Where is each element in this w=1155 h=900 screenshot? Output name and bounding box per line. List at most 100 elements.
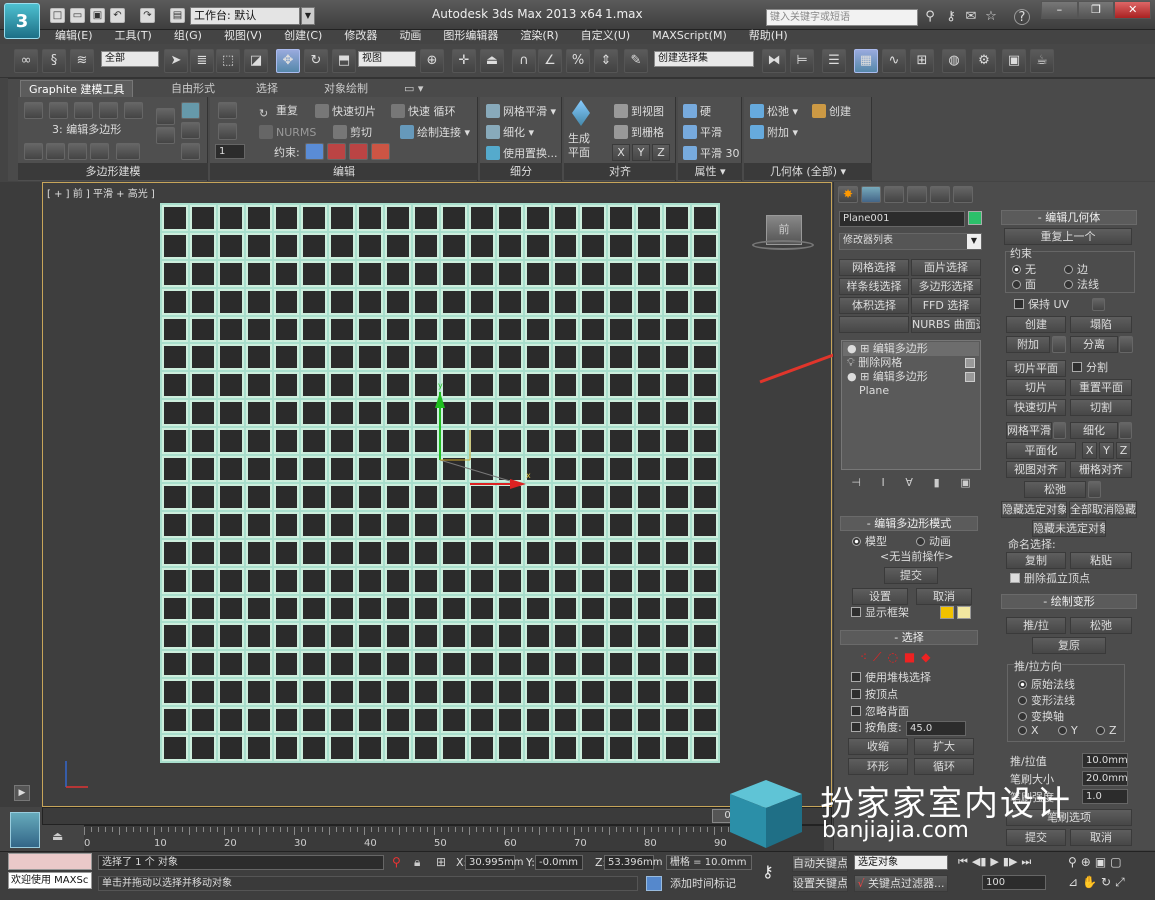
stack-prev-icon[interactable]: [24, 102, 43, 119]
constraint-edge-icon[interactable]: [327, 143, 346, 160]
menu-item[interactable]: 自定义(U): [570, 28, 642, 44]
preserve-uv-checkbox[interactable]: 保持 UV: [1014, 298, 1069, 312]
zoom-icon[interactable]: ⚲: [1068, 855, 1077, 869]
auto-key-button[interactable]: 自动关键点: [792, 855, 848, 872]
unhide-all-button[interactable]: 全部取消隐藏: [1069, 501, 1137, 518]
maximize-viewport-icon[interactable]: ⤢: [1115, 875, 1125, 890]
angle-snap-icon[interactable]: ∠: [538, 49, 562, 73]
transform-axis-radio[interactable]: 变换轴: [1018, 710, 1064, 724]
bind-spacewarp-icon[interactable]: ≋: [70, 49, 94, 73]
remove-modifier-icon[interactable]: ▮: [934, 476, 940, 492]
hard-button[interactable]: 硬: [683, 104, 711, 119]
collapse-button[interactable]: 塌陷: [1070, 316, 1132, 333]
binoculars-icon[interactable]: ⚲: [922, 9, 938, 25]
tab-selection[interactable]: 选择: [248, 80, 286, 97]
square-icon[interactable]: [99, 102, 118, 119]
window-crossing-icon[interactable]: ◪: [244, 49, 268, 73]
stack-item[interactable]: ● ⊞ 编辑多边形: [843, 370, 979, 384]
show-end-result-icon[interactable]: Ⅰ: [882, 476, 885, 492]
search-input[interactable]: 键入关键字或短语: [766, 9, 918, 26]
stack-square-icon[interactable]: [965, 372, 975, 382]
pin-stack-icon[interactable]: [156, 127, 175, 144]
save-icon[interactable]: ▣: [90, 8, 105, 23]
planarize-button[interactable]: 平面化: [1006, 442, 1076, 459]
menu-item[interactable]: 创建(C): [273, 28, 333, 44]
help-icon[interactable]: ?: [1014, 9, 1030, 25]
render-setup-icon[interactable]: ⚙: [972, 49, 996, 73]
select-by-name-icon[interactable]: ≣: [190, 49, 214, 73]
undo-icon[interactable]: ↶: [110, 8, 125, 23]
modifier-shortcut-button[interactable]: 体积选择: [839, 297, 909, 314]
attach-list-icon[interactable]: [1052, 336, 1066, 353]
paint-cancel-button[interactable]: 取消: [1070, 829, 1132, 846]
cut-button[interactable]: 切割: [1070, 399, 1132, 416]
tessellate-button[interactable]: 细化: [1070, 422, 1118, 439]
current-frame-field[interactable]: 100: [982, 875, 1046, 890]
show-end-result-icon[interactable]: [156, 108, 175, 125]
app-logo-icon[interactable]: 3: [4, 3, 40, 39]
modifier-shortcut-button[interactable]: 多边形选择: [911, 278, 981, 295]
stack-item[interactable]: ● ⊞ 编辑多边形: [843, 342, 979, 356]
polygon-subobj-icon[interactable]: ■: [904, 650, 915, 665]
align-z-button[interactable]: Z: [652, 144, 670, 161]
key-mode-dropdown[interactable]: 选定对象: [854, 855, 948, 870]
reference-coord-dropdown[interactable]: 视图: [358, 51, 416, 67]
redo-icon[interactable]: ↷: [140, 8, 155, 23]
menu-item[interactable]: 图形编辑器: [432, 28, 509, 44]
object-color-swatch[interactable]: [968, 211, 982, 225]
by-angle-checkbox[interactable]: 按角度:: [851, 721, 902, 735]
display-tab-icon[interactable]: [930, 186, 950, 203]
modifier-shortcut-button[interactable]: NURBS 曲面选择: [911, 316, 981, 333]
select-scale-icon[interactable]: ⬒: [332, 49, 356, 73]
key-icon[interactable]: ⚷: [762, 862, 774, 881]
edge-mode-icon[interactable]: [46, 143, 65, 160]
quickslice-button[interactable]: 快速切片: [315, 104, 376, 119]
modifier-shortcut-button[interactable]: 样条线选择: [839, 278, 909, 295]
viewport-label[interactable]: [ + ] 前 ] 平滑 + 高光 ]: [47, 185, 155, 200]
modifier-list-dropdown[interactable]: 修改器列表 ▼: [839, 233, 982, 250]
grid-align-button[interactable]: 栅格对齐: [1070, 461, 1132, 478]
set-key-button[interactable]: 设置关键点: [792, 875, 848, 892]
modifier-shortcut-button[interactable]: 网格选择: [839, 259, 909, 276]
axis-x-radio[interactable]: X: [1018, 724, 1039, 738]
play-icon[interactable]: ▶: [990, 855, 998, 869]
slice-plane-button[interactable]: 切片平面: [1006, 360, 1066, 377]
cage-color-2[interactable]: [957, 606, 971, 619]
stack-item[interactable]: Plane: [843, 384, 979, 398]
tab-freeform[interactable]: 自由形式: [163, 80, 223, 97]
track-bar-icon[interactable]: ⏏: [52, 829, 70, 845]
absolute-mode-icon[interactable]: ⊞: [436, 855, 446, 869]
attach-button[interactable]: 附加: [1006, 336, 1050, 353]
rollout-edit-geometry[interactable]: - 编辑几何体: [1001, 210, 1137, 225]
rect-selection-icon[interactable]: ⬚: [216, 49, 240, 73]
spinner-snap-icon[interactable]: ⇕: [594, 49, 618, 73]
selection-filter-dropdown[interactable]: 全部: [101, 51, 159, 67]
push-value-field[interactable]: 10.0mm: [1082, 753, 1128, 768]
goto-start-icon[interactable]: ⏮: [958, 855, 968, 869]
menu-item[interactable]: 视图(V): [213, 28, 273, 44]
communication-icon[interactable]: ✉: [963, 9, 979, 25]
attach-button[interactable]: 附加 ▾: [750, 125, 798, 140]
select-object-icon[interactable]: ➤: [164, 49, 188, 73]
object-name-field[interactable]: Plane001: [839, 211, 965, 227]
stack-toggle-icon[interactable]: ● ⊞: [847, 342, 873, 355]
to-view-button[interactable]: 到视图: [614, 104, 664, 119]
brush-strength-field[interactable]: 1.0: [1082, 789, 1128, 804]
snap-3d-icon[interactable]: ∩: [512, 49, 536, 73]
modifier-shortcut-button[interactable]: FFD 选择: [911, 297, 981, 314]
constraint-face-icon[interactable]: [349, 143, 368, 160]
paint-commit-button[interactable]: 提交: [1006, 829, 1066, 846]
pin-stack-icon[interactable]: ⊣: [851, 476, 861, 492]
next-frame-icon[interactable]: ▮▶: [1003, 855, 1018, 869]
poly-mode-icon[interactable]: [90, 143, 109, 160]
menu-item[interactable]: 编辑(E): [44, 28, 104, 44]
constraint-none-icon[interactable]: [305, 143, 324, 160]
redo-button[interactable]: ↻ 重复: [259, 104, 298, 121]
create-button[interactable]: 创建: [1006, 316, 1066, 333]
border-mode-icon[interactable]: [68, 143, 87, 160]
fov-icon[interactable]: ⊿: [1068, 875, 1078, 890]
vertex-mode-icon[interactable]: [24, 143, 43, 160]
quickloop-button[interactable]: 快速 循环: [391, 104, 456, 119]
meshsmooth-button[interactable]: 网格平滑 ▾: [486, 104, 556, 119]
quickslice-button[interactable]: 快速切片: [1006, 399, 1066, 416]
